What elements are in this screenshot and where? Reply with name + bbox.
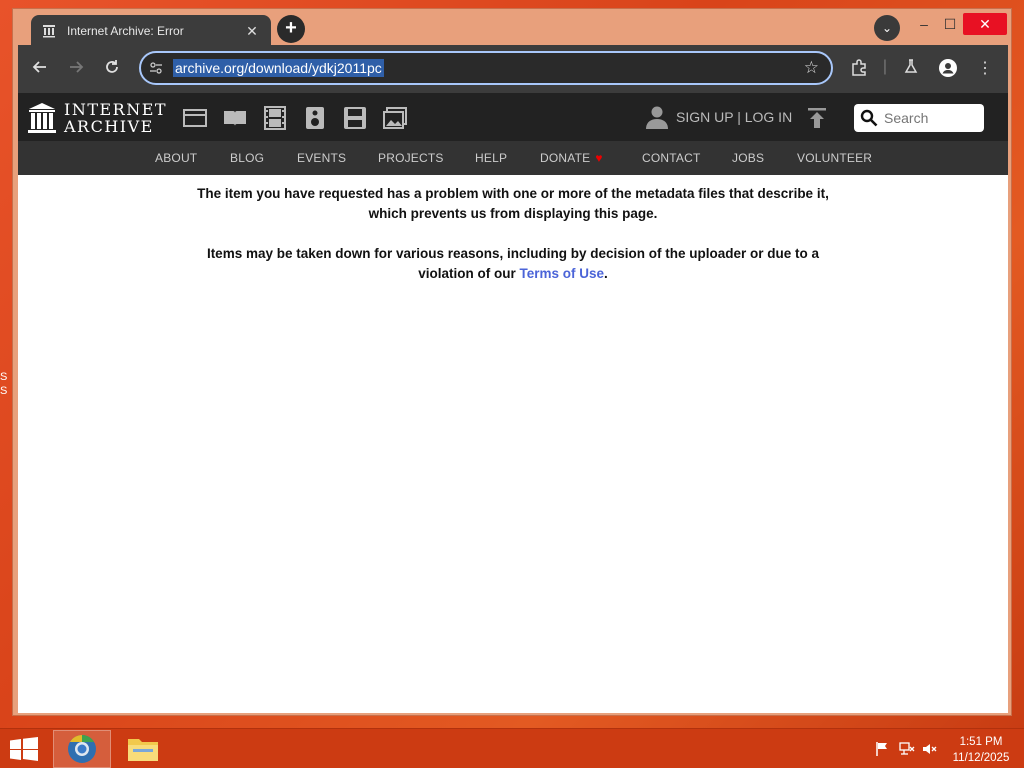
- terms-of-use-link[interactable]: Terms of Use: [519, 266, 604, 281]
- search-input[interactable]: [884, 110, 980, 126]
- nav-volunteer[interactable]: VOLUNTEER: [797, 151, 872, 165]
- reload-button[interactable]: [100, 58, 124, 82]
- ia-secondary-nav: ABOUT BLOG EVENTS PROJECTS HELP DONATE ♥ …: [18, 141, 1008, 175]
- folder-icon: [128, 739, 158, 761]
- taskbar-browser-app[interactable]: [53, 730, 111, 768]
- user-icon: [646, 106, 668, 129]
- browser-app-icon: [68, 735, 96, 763]
- desktop-edge-text: S S: [0, 371, 8, 397]
- web-icon[interactable]: [182, 105, 208, 131]
- taskbar: 1:51 PM 11/12/2025: [0, 728, 1024, 768]
- browser-toolbar: archive.org/download/ydkj2011pc ☆ | ⋮: [18, 45, 1008, 93]
- nav-jobs[interactable]: JOBS: [732, 151, 764, 165]
- system-clock[interactable]: 1:51 PM 11/12/2025: [942, 734, 1020, 766]
- network-icon[interactable]: [899, 741, 915, 760]
- audio-icon[interactable]: [302, 105, 328, 131]
- extensions-icon[interactable]: [848, 58, 870, 81]
- nav-events[interactable]: EVENTS: [297, 151, 346, 165]
- menu-kebab-icon[interactable]: ⋮: [974, 58, 996, 78]
- tab-search-button[interactable]: ⌄: [874, 15, 900, 41]
- video-icon[interactable]: [262, 105, 288, 131]
- error-message-1: The item you have requested has a proble…: [18, 184, 1008, 224]
- violation-text: violation of our: [418, 266, 520, 281]
- arrow-right-icon: [70, 61, 84, 73]
- software-icon[interactable]: [342, 105, 368, 131]
- nav-projects[interactable]: PROJECTS: [378, 151, 444, 165]
- profile-icon[interactable]: [937, 58, 959, 83]
- logo-line-2: ARCHIVE: [64, 117, 154, 136]
- clock-date: 11/12/2025: [952, 752, 1010, 764]
- web-page: INTERNET ARCHIVE SIGN UP | LOG IN Search…: [18, 93, 1008, 713]
- error-line-4: violation of our Terms of Use.: [18, 264, 1008, 284]
- period-text: .: [604, 266, 608, 281]
- taskbar-file-explorer[interactable]: [114, 730, 172, 768]
- logo-text: INTERNET ARCHIVE: [64, 101, 167, 135]
- maximize-button[interactable]: ☐: [939, 13, 961, 35]
- clock-time: 1:51 PM: [959, 736, 1003, 748]
- ia-search: [854, 104, 984, 132]
- bookmark-star-icon[interactable]: ☆: [804, 58, 819, 78]
- toolbar-divider: |: [882, 58, 888, 75]
- nav-help[interactable]: HELP: [475, 151, 507, 165]
- arrow-left-icon: [32, 61, 46, 73]
- donate-label: DONATE: [540, 151, 591, 165]
- nav-donate[interactable]: DONATE ♥: [540, 151, 603, 165]
- windows-start-icon[interactable]: [10, 737, 38, 761]
- nav-blog[interactable]: BLOG: [230, 151, 264, 165]
- nav-contact[interactable]: CONTACT: [642, 151, 701, 165]
- media-type-icons: [182, 105, 408, 131]
- forward-button[interactable]: [64, 58, 88, 82]
- images-icon[interactable]: [382, 105, 408, 131]
- reload-icon: [106, 60, 118, 73]
- volume-muted-icon[interactable]: [922, 741, 938, 760]
- error-message-2: Items may be taken down for various reas…: [18, 244, 1008, 284]
- tab-title: Internet Archive: Error: [67, 24, 184, 38]
- tab-close-icon[interactable]: ✕: [243, 23, 261, 40]
- error-line-1: The item you have requested has a proble…: [197, 186, 829, 201]
- search-icon[interactable]: [860, 109, 878, 127]
- archive-building-icon: [28, 103, 56, 133]
- labs-flask-icon[interactable]: [900, 58, 922, 79]
- minimize-button[interactable]: –: [913, 13, 935, 35]
- close-window-button[interactable]: ✕: [963, 13, 1007, 35]
- archive-favicon-icon: [41, 23, 57, 39]
- address-bar[interactable]: archive.org/download/ydkj2011pc ☆: [139, 51, 833, 85]
- site-info-icon[interactable]: [149, 61, 165, 77]
- sign-in-area[interactable]: SIGN UP | LOG IN: [646, 105, 792, 129]
- heart-icon: ♥: [595, 151, 603, 165]
- upload-icon[interactable]: [806, 107, 828, 129]
- action-center-flag-icon[interactable]: [874, 741, 890, 760]
- browser-window: Internet Archive: Error ✕ + ⌄ – ☐ ✕ arch…: [12, 8, 1012, 716]
- ia-logo[interactable]: INTERNET ARCHIVE: [28, 101, 167, 135]
- error-line-3: Items may be taken down for various reas…: [206, 246, 820, 261]
- nav-about[interactable]: ABOUT: [155, 151, 197, 165]
- texts-icon[interactable]: [222, 105, 248, 131]
- back-button[interactable]: [28, 58, 52, 82]
- error-line-2: which prevents us from displaying this p…: [368, 206, 658, 221]
- sign-up-login-link[interactable]: SIGN UP | LOG IN: [676, 109, 792, 125]
- url-text[interactable]: archive.org/download/ydkj2011pc: [173, 59, 384, 77]
- title-bar: Internet Archive: Error ✕ + ⌄ – ☐ ✕: [13, 9, 1011, 47]
- new-tab-button[interactable]: +: [277, 15, 305, 43]
- browser-tab[interactable]: Internet Archive: Error ✕: [31, 15, 271, 47]
- ia-header: INTERNET ARCHIVE SIGN UP | LOG IN: [18, 93, 1008, 141]
- logo-line-1: INTERNET: [64, 100, 168, 119]
